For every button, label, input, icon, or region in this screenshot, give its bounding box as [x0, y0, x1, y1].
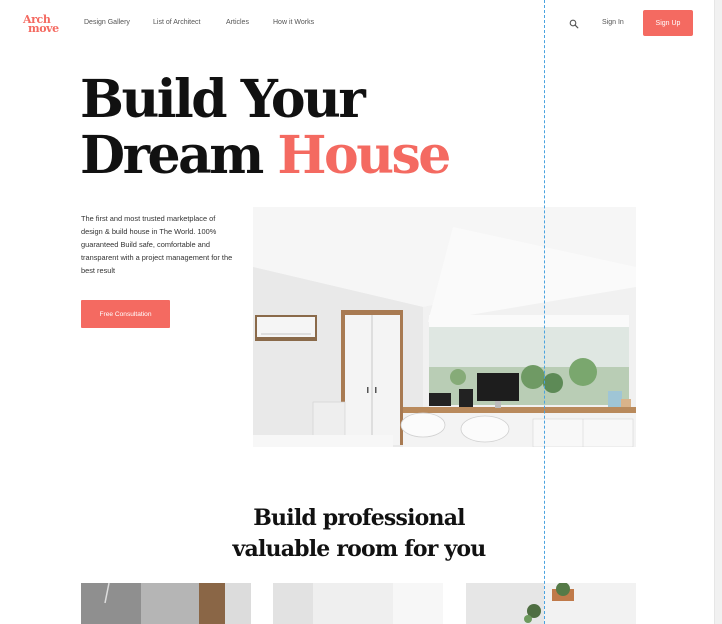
hero-description: The first and most trusted marketplace o… [81, 214, 233, 275]
sign-up-button[interactable]: Sign Up [643, 10, 693, 36]
nav-how-it-works[interactable]: How it Works [273, 19, 314, 26]
logo-line-2: move [28, 22, 59, 35]
hero-title: Build Your Dream House [80, 69, 451, 186]
room-card-3[interactable] [466, 583, 636, 624]
hero-title-accent: House [277, 125, 451, 186]
site-header: Arch move Design Gallery List of Archite… [0, 0, 714, 48]
layout-guide-line [544, 0, 545, 624]
nav-articles[interactable]: Articles [226, 19, 249, 26]
page-scrollbar[interactable] [714, 0, 722, 624]
room-card-2[interactable] [273, 583, 443, 624]
section-title-line-2: valuable room for you [232, 536, 487, 562]
section-title-line-1: Build professional [253, 505, 465, 531]
sign-in-link[interactable]: Sign In [602, 19, 624, 26]
section-title: Build professional valuable room for you [200, 503, 518, 565]
free-consultation-button[interactable]: Free Consultation [81, 300, 170, 328]
nav-list-of-architect[interactable]: List of Architect [153, 19, 200, 26]
archmove-logo[interactable]: Arch move [23, 14, 59, 35]
hero-title-line-1: Build Your [80, 69, 366, 130]
hero-title-line-2: Dream [80, 125, 278, 186]
search-icon[interactable] [569, 19, 579, 29]
nav-design-gallery[interactable]: Design Gallery [84, 19, 130, 26]
room-card-1[interactable] [81, 583, 251, 624]
hero-interior-image [253, 207, 636, 447]
